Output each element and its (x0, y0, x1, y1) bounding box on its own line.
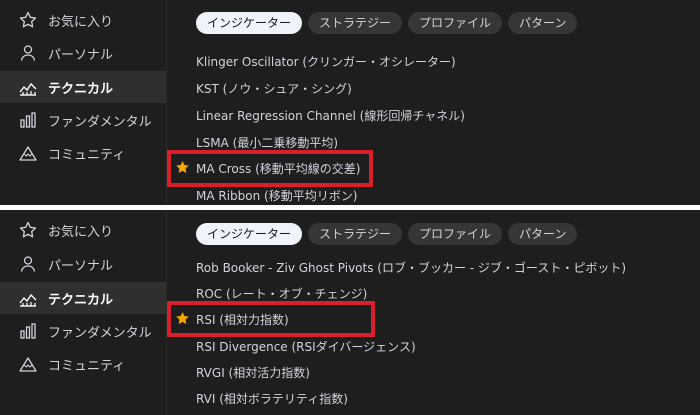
mountain-icon (18, 143, 38, 163)
tab-strategies[interactable]: ストラテジー (308, 12, 403, 34)
sidebar-item-label: テクニカル (48, 81, 114, 97)
indicator-name: RSI Divergence (RSIダイバージェンス) (196, 339, 416, 354)
list-item[interactable]: RVI (相対ボラテリティ指数) (167, 385, 700, 411)
star-outline-icon (18, 10, 38, 30)
indicator-name: LSMA (最小二乗移動平均) (196, 135, 339, 150)
sidebar-item-label: パーソナル (48, 47, 114, 63)
indicator-name: Linear Regression Channel (線形回帰チャネル) (196, 108, 465, 123)
sidebar-item-technical[interactable]: テクニカル (0, 282, 166, 314)
sidebar-item-community[interactable]: コミュニティ (0, 348, 166, 380)
sidebar-item-label: コミュニティ (48, 358, 126, 374)
sidebar-item-fundamental[interactable]: ファンダメンタル (0, 104, 166, 136)
tab-strategies[interactable]: ストラテジー (308, 223, 403, 245)
indicator-name: Rob Booker - Ziv Ghost Pivots (ロブ・ブッカー -… (196, 260, 627, 275)
star-outline-icon (18, 220, 38, 240)
user-icon (18, 43, 38, 63)
tab-indicators[interactable]: インジケーター (196, 223, 303, 245)
tab-profiles[interactable]: プロファイル (408, 223, 503, 245)
highlight-box (167, 301, 375, 337)
sidebar-item-personal[interactable]: パーソナル (0, 248, 166, 280)
bar-chart-icon (18, 321, 38, 341)
tab-indicators[interactable]: インジケーター (196, 12, 303, 34)
indicator-name: RVGI (相対活力指数) (196, 365, 310, 380)
indicator-name: Klinger Oscillator (クリンガー・オシレーター) (196, 54, 456, 69)
list-item[interactable]: Linear Regression Channel (線形回帰チャネル) (167, 102, 700, 128)
sidebar-item-label: お気に入り (48, 14, 114, 30)
chart-line-icon (18, 288, 38, 308)
sidebar: お気に入り パーソナル テクニカル ファンダメンタル コミュニティ (0, 210, 167, 415)
indicator-name: KST (ノウ・シュア・シング) (196, 81, 352, 96)
list-item[interactable]: RVGI (相対活力指数) (167, 359, 700, 385)
indicator-dialog-panel-top: お気に入り パーソナル テクニカル ファンダメンタル コミュニティ インジケータ… (0, 0, 700, 205)
highlight-box (167, 150, 373, 187)
sidebar-item-favorites[interactable]: お気に入り (0, 214, 166, 246)
list-item[interactable]: Rob Booker - Ziv Ghost Pivots (ロブ・ブッカー -… (167, 254, 700, 280)
sidebar: お気に入り パーソナル テクニカル ファンダメンタル コミュニティ (0, 0, 167, 205)
sidebar-item-technical[interactable]: テクニカル (0, 71, 166, 103)
user-icon (18, 254, 38, 274)
bar-chart-icon (18, 110, 38, 130)
indicator-name: ROC (レート・オブ・チェンジ) (196, 286, 368, 301)
tab-patterns[interactable]: パターン (508, 223, 578, 245)
indicator-dialog-panel-bottom: お気に入り パーソナル テクニカル ファンダメンタル コミュニティ インジケータ… (0, 210, 700, 415)
sidebar-item-label: ファンダメンタル (48, 325, 152, 341)
sidebar-item-community[interactable]: コミュニティ (0, 137, 166, 169)
mountain-icon (18, 354, 38, 374)
sidebar-item-label: コミュニティ (48, 147, 126, 163)
list-item[interactable]: Klinger Oscillator (クリンガー・オシレーター) (167, 48, 700, 74)
indicator-name: RVI (相対ボラテリティ指数) (196, 391, 348, 406)
sidebar-item-fundamental[interactable]: ファンダメンタル (0, 315, 166, 347)
sidebar-item-label: テクニカル (48, 292, 114, 308)
sidebar-item-label: ファンダメンタル (48, 114, 152, 130)
list-item[interactable]: KST (ノウ・シュア・シング) (167, 75, 700, 101)
sidebar-item-label: パーソナル (48, 258, 114, 274)
chart-line-icon (18, 77, 38, 97)
tab-profiles[interactable]: プロファイル (408, 12, 503, 34)
sidebar-item-label: お気に入り (48, 224, 114, 240)
tab-patterns[interactable]: パターン (508, 12, 578, 34)
category-tabs: インジケーター ストラテジー プロファイル パターン (196, 223, 583, 245)
indicator-name: MA Ribbon (移動平均リボン) (196, 188, 358, 203)
sidebar-item-favorites[interactable]: お気に入り (0, 4, 166, 36)
category-tabs: インジケーター ストラテジー プロファイル パターン (196, 12, 583, 34)
sidebar-item-personal[interactable]: パーソナル (0, 37, 166, 69)
